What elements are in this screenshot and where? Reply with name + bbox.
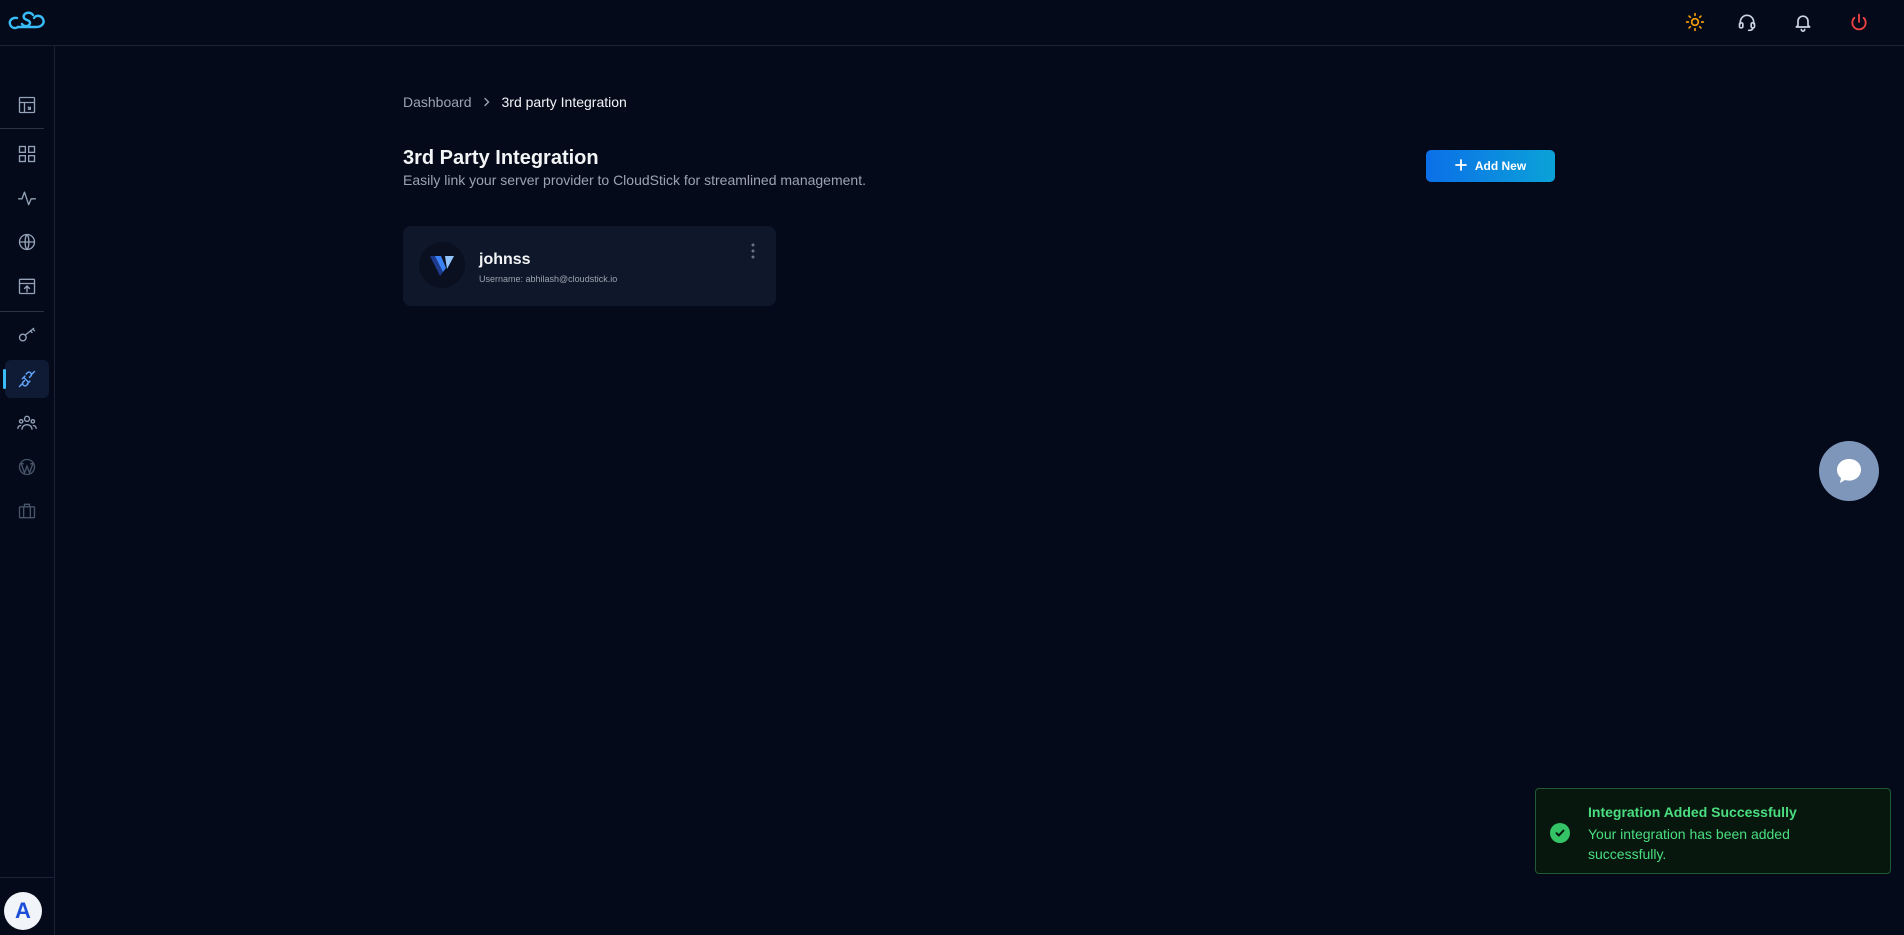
wordpress-icon — [18, 458, 36, 476]
chat-widget-button[interactable] — [1819, 441, 1879, 501]
add-new-button-label: Add New — [1474, 159, 1527, 173]
sidebar-item-briefcase[interactable] — [5, 492, 49, 530]
page-title: 3rd Party Integration — [403, 147, 599, 169]
integration-name: johnss — [479, 251, 531, 268]
top-bar — [0, 0, 1904, 46]
upload-box-icon — [18, 278, 36, 295]
toast-title: Integration Added Successfully — [1588, 804, 1797, 820]
sidebar-item-integrations[interactable] — [3, 360, 49, 398]
sidebar-item-deploy[interactable] — [5, 267, 49, 305]
chat-bubble-icon — [1837, 459, 1861, 483]
sidebar-item-wordpress[interactable] — [5, 448, 49, 486]
avatar[interactable]: A — [4, 892, 42, 930]
vultr-logo-icon — [419, 242, 465, 288]
plus-icon — [1454, 158, 1467, 174]
plug-icon — [18, 370, 36, 388]
integration-username: Username: abhilash@cloudstick.io — [479, 274, 618, 284]
key-icon — [18, 327, 36, 342]
add-new-button[interactable]: Add New — [1426, 150, 1555, 182]
briefcase-icon — [18, 503, 36, 519]
notifications-icon[interactable] — [1791, 10, 1815, 34]
toast-message: Your integration has been added successf… — [1588, 826, 1790, 862]
support-icon[interactable] — [1735, 10, 1759, 34]
users-icon — [17, 415, 37, 430]
sidebar: A — [0, 46, 55, 935]
cloudstick-logo[interactable] — [6, 9, 48, 35]
integration-card[interactable]: johnss Username: abhilash@cloudstick.io — [403, 226, 776, 306]
chevron-right-icon — [482, 97, 492, 107]
apps-grid-icon — [18, 145, 36, 163]
layout-icon — [18, 96, 36, 114]
check-circle-icon — [1550, 823, 1570, 843]
logout-icon[interactable] — [1847, 10, 1871, 34]
breadcrumb-current: 3rd party Integration — [501, 94, 627, 110]
sidebar-item-domains[interactable] — [5, 223, 49, 261]
sidebar-item-monitoring[interactable] — [5, 179, 49, 217]
breadcrumb-dashboard-link[interactable]: Dashboard — [403, 94, 472, 110]
sidebar-item-dashboard[interactable] — [5, 86, 49, 124]
sidebar-item-team[interactable] — [5, 404, 49, 442]
globe-icon — [18, 233, 36, 251]
breadcrumb: Dashboard 3rd party Integration — [403, 94, 627, 110]
sidebar-item-apps[interactable] — [5, 135, 49, 173]
success-toast: Integration Added Successfully Your inte… — [1535, 788, 1891, 874]
theme-toggle-icon[interactable] — [1683, 10, 1707, 34]
activity-icon — [18, 191, 36, 206]
kebab-menu-icon[interactable] — [746, 240, 760, 262]
page-subtitle: Easily link your server provider to Clou… — [403, 172, 866, 188]
sidebar-item-ssh-keys[interactable] — [5, 316, 49, 354]
